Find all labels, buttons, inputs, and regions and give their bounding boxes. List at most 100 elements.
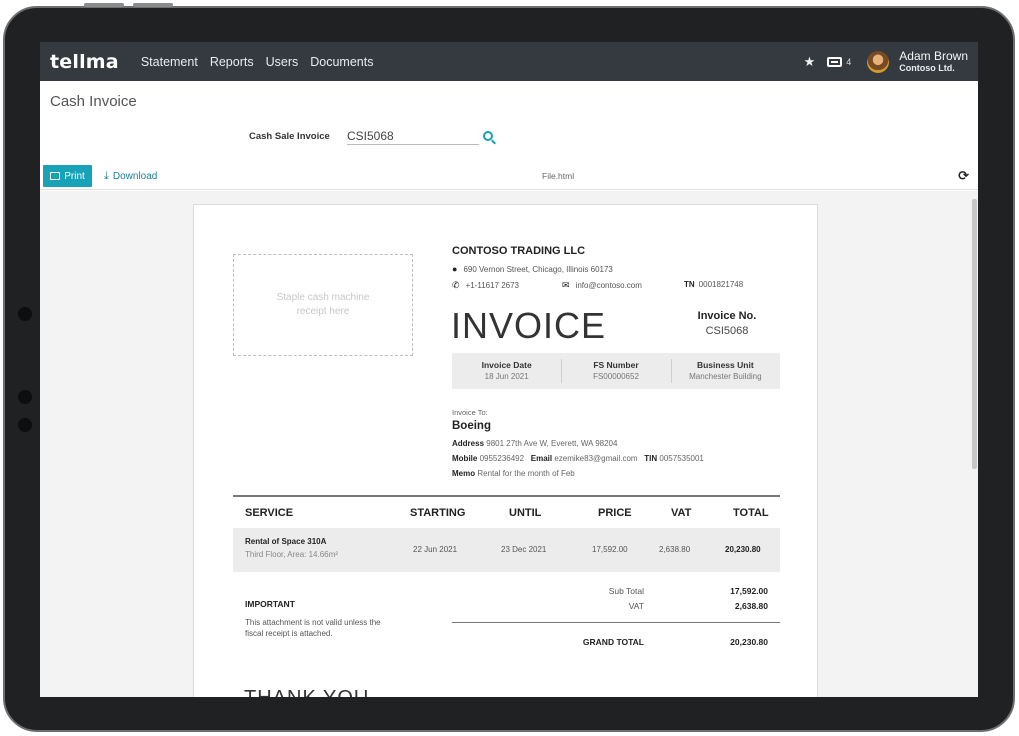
- star-icon[interactable]: ★: [804, 54, 816, 70]
- important-text: This attachment is not valid unless the …: [245, 618, 381, 638]
- client-contact-line: Mobile 0955236492 Email ezemike83@gmail.…: [452, 454, 704, 463]
- company-email: info@contoso.com: [575, 281, 642, 290]
- totals-divider: [452, 622, 780, 623]
- company-address-line: ● 690 Vernon Street, Chicago, Illinois 60…: [452, 264, 613, 274]
- cash-sale-invoice-input[interactable]: [347, 128, 479, 145]
- mobile-label: Mobile: [452, 454, 478, 463]
- side-dot: [18, 418, 32, 432]
- vat-value: 2,638.80: [734, 601, 768, 611]
- client-name: Boeing: [452, 420, 491, 432]
- thank-you-text: THANK YOU: [244, 687, 369, 697]
- print-label: Print: [64, 170, 85, 182]
- col-price: PRICE: [598, 507, 632, 519]
- download-button[interactable]: ⤓ Download: [104, 165, 157, 187]
- grand-total-value: 20,230.80: [730, 637, 768, 647]
- col-service: SERVICE: [245, 507, 294, 519]
- inbox-icon[interactable]: [827, 56, 843, 67]
- item-description: Third Floor, Area: 14.66m²: [245, 550, 338, 559]
- invoice-date-cell: Invoice Date 18 Jun 2021: [452, 353, 561, 389]
- download-label: Download: [112, 170, 158, 182]
- side-dot: [18, 390, 32, 404]
- company-phone: +1-11617 2673: [465, 281, 520, 290]
- document-viewer[interactable]: Staple cash machine receipt here CONTOSO…: [40, 191, 978, 697]
- subtotal-label: Sub Total: [608, 586, 644, 596]
- client-email: ezemike83@gmail.com: [554, 454, 638, 463]
- client-memo-line: Memo Rental for the month of Feb: [452, 469, 575, 478]
- table-row: Rental of Space 310A Third Floor, Area: …: [233, 528, 780, 572]
- invoice-no-value: CSI5068: [705, 325, 749, 337]
- email-label: Email: [530, 454, 553, 463]
- navbar-right: ★ 4 Adam Brown Contoso Ltd.: [804, 42, 968, 81]
- subtotal-value: 17,592.00: [730, 586, 768, 596]
- search-icon[interactable]: [483, 131, 493, 141]
- invoice-no-label: Invoice No.: [697, 310, 757, 322]
- user-name: Adam Brown: [899, 48, 968, 63]
- tablet-button: [84, 3, 124, 7]
- item-until: 23 Dec 2021: [501, 545, 547, 554]
- invoice-to-label: Invoice To:: [452, 408, 488, 417]
- client-mobile: 0955236492: [479, 454, 525, 463]
- address-label: Address: [452, 439, 485, 448]
- user-org: Contoso Ltd.: [899, 62, 955, 73]
- page-title: Cash Invoice: [50, 93, 137, 110]
- important-title: IMPORTANT: [245, 599, 295, 609]
- nav-users[interactable]: Users: [266, 55, 299, 69]
- client-address-line: Address 9801 27th Ave W, Everett, WA 982…: [452, 439, 617, 448]
- business-unit-cell: Business Unit Manchester Building: [670, 353, 780, 389]
- app-logo[interactable]: tellma: [50, 51, 119, 73]
- memo-label: Memo: [452, 469, 476, 478]
- col-until: UNTIL: [509, 507, 542, 519]
- inbox-count: 4: [846, 56, 852, 67]
- side-dot: [18, 307, 32, 321]
- item-starting: 22 Jun 2021: [413, 545, 458, 554]
- print-button[interactable]: Print: [43, 165, 92, 187]
- cash-sale-invoice-label: Cash Sale Invoice: [249, 131, 330, 142]
- item-vat: 2,638.80: [659, 545, 691, 554]
- info-value: 18 Jun 2021: [484, 372, 529, 381]
- info-label: FS Number: [593, 360, 639, 370]
- staple-placeholder: Staple cash machine receipt here: [233, 254, 413, 356]
- item-total: 20,230.80: [725, 545, 761, 554]
- col-total: TOTAL: [733, 507, 769, 519]
- fs-number-cell: FS Number FS00000652: [561, 353, 670, 389]
- envelope-icon: ✉: [562, 280, 570, 290]
- company-address: 690 Vernon Street, Chicago, Illinois 601…: [463, 265, 613, 274]
- invoice-page: Staple cash machine receipt here CONTOSO…: [193, 204, 818, 697]
- phone-icon: ✆: [452, 280, 460, 290]
- client-memo: Rental for the month of Feb: [477, 469, 575, 478]
- item-price: 17,592.00: [592, 545, 628, 554]
- download-icon: ⤓: [104, 169, 109, 182]
- company-email-line: ✉ info@contoso.com: [562, 280, 642, 291]
- company-tn-line: TN 0001821748: [684, 280, 743, 289]
- company-phone-line: ✆ +1-11617 2673: [452, 280, 519, 291]
- info-value: FS00000652: [593, 372, 639, 381]
- item-name: Rental of Space 310A: [245, 537, 327, 546]
- grand-total-label: GRAND TOTAL: [582, 637, 644, 647]
- client-address: 9801 27th Ave W, Everett, WA 98204: [486, 439, 618, 448]
- info-label: Invoice Date: [481, 360, 532, 370]
- screen: tellma Statement Reports Users Documents…: [40, 42, 978, 697]
- tin-label: TIN: [644, 454, 658, 463]
- toolbar: Print ⤓ Download File.html ⟳: [40, 164, 978, 190]
- info-value: Manchester Building: [689, 372, 762, 381]
- vat-label: VAT: [628, 601, 644, 611]
- invoice-info-strip: Invoice Date 18 Jun 2021 FS Number FS000…: [452, 353, 780, 389]
- map-marker-icon: ●: [452, 264, 458, 274]
- print-icon: [50, 172, 61, 180]
- nav-statement[interactable]: Statement: [141, 55, 198, 69]
- client-tin: 0057535001: [659, 454, 704, 463]
- nav-reports[interactable]: Reports: [210, 55, 254, 69]
- viewer-scrollbar[interactable]: [972, 199, 977, 469]
- invoice-heading: INVOICE: [451, 305, 607, 346]
- tablet-button: [133, 3, 173, 7]
- col-starting: STARTING: [410, 507, 466, 519]
- main-nav: Statement Reports Users Documents: [141, 55, 386, 69]
- avatar[interactable]: [867, 50, 890, 73]
- company-name: CONTOSO TRADING LLC: [452, 245, 586, 257]
- nav-documents[interactable]: Documents: [310, 55, 373, 69]
- tn-value: 0001821748: [698, 280, 744, 289]
- top-navbar: tellma Statement Reports Users Documents…: [40, 42, 978, 81]
- user-menu[interactable]: Adam Brown Contoso Ltd.: [899, 50, 968, 74]
- staple-note: Staple cash machine receipt here: [276, 292, 370, 317]
- refresh-icon[interactable]: ⟳: [958, 168, 969, 184]
